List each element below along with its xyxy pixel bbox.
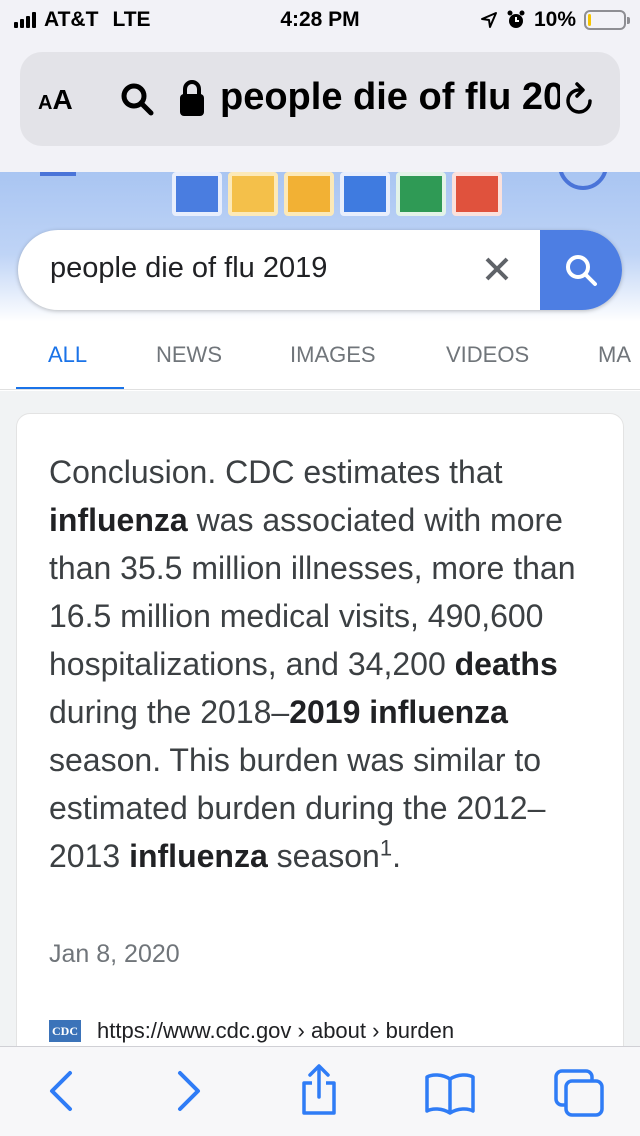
location-icon: [480, 12, 497, 28]
snippet-bold: influenza: [49, 502, 188, 538]
snippet-bold: 2019 influenza: [289, 694, 508, 730]
status-bar: AT&T LTE 4:28 PM 10%: [0, 0, 640, 40]
tab-images[interactable]: IMAGES: [290, 342, 376, 368]
snippet-text: Conclusion. CDC estimates that influenza…: [49, 448, 609, 880]
search-tabs: ALL NEWS IMAGES VIDEOS MA: [0, 322, 640, 390]
tabs-icon[interactable]: [552, 1067, 606, 1119]
battery-icon: [584, 10, 630, 30]
search-box[interactable]: people die of flu 2019: [18, 230, 622, 310]
text-size-button[interactable]: AA: [38, 84, 73, 116]
snippet-part: season: [267, 838, 380, 874]
tab-more[interactable]: MA: [598, 342, 631, 368]
snippet-end: .: [392, 838, 401, 874]
menu-icon[interactable]: [40, 172, 76, 176]
snippet-part: Conclusion. CDC estimates that: [49, 454, 503, 490]
bookmarks-icon[interactable]: [424, 1071, 476, 1115]
search-input[interactable]: people die of flu 2019: [50, 252, 327, 285]
address-bar[interactable]: AA people die of flu 2019: [20, 52, 620, 146]
back-icon[interactable]: [44, 1069, 78, 1113]
tab-news[interactable]: NEWS: [156, 342, 222, 368]
featured-snippet-card: Conclusion. CDC estimates that influenza…: [16, 413, 624, 1093]
browser-toolbar: [0, 1046, 640, 1136]
footnote-marker[interactable]: 1: [380, 835, 392, 860]
account-avatar[interactable]: [558, 172, 608, 190]
tab-videos[interactable]: VIDEOS: [446, 342, 529, 368]
lock-icon: [180, 80, 204, 116]
url-text[interactable]: people die of flu 2019: [220, 76, 560, 119]
search-icon: [566, 255, 597, 286]
cdc-logo: CDC: [49, 1020, 81, 1042]
result-source[interactable]: CDC https://www.cdc.gov › about › burden: [49, 1018, 454, 1044]
snippet-bold: deaths: [454, 646, 558, 682]
text-size-small-label: A: [38, 92, 53, 114]
snippet-part: during the 2018–: [49, 694, 290, 730]
share-icon[interactable]: [298, 1063, 340, 1117]
search-button[interactable]: [540, 230, 622, 310]
browser-address-area: AA people die of flu 2019: [0, 40, 640, 172]
forward-icon[interactable]: [172, 1069, 206, 1113]
text-size-large-label: A: [52, 84, 73, 115]
results-area: Conclusion. CDC estimates that influenza…: [0, 391, 640, 1093]
search-icon: [121, 83, 154, 116]
active-tab-indicator: [16, 387, 124, 389]
battery-percent: 10%: [533, 8, 576, 31]
reload-icon[interactable]: [564, 82, 596, 116]
source-url[interactable]: https://www.cdc.gov › about › burden: [97, 1018, 454, 1044]
snippet-date: Jan 8, 2020: [49, 940, 180, 968]
snippet-bold: influenza: [129, 838, 268, 874]
status-right: 10%: [480, 8, 630, 32]
google-doodle[interactable]: [172, 172, 502, 216]
alarm-icon: [507, 10, 525, 28]
clear-icon[interactable]: [480, 252, 514, 286]
tab-all[interactable]: ALL: [48, 342, 87, 368]
